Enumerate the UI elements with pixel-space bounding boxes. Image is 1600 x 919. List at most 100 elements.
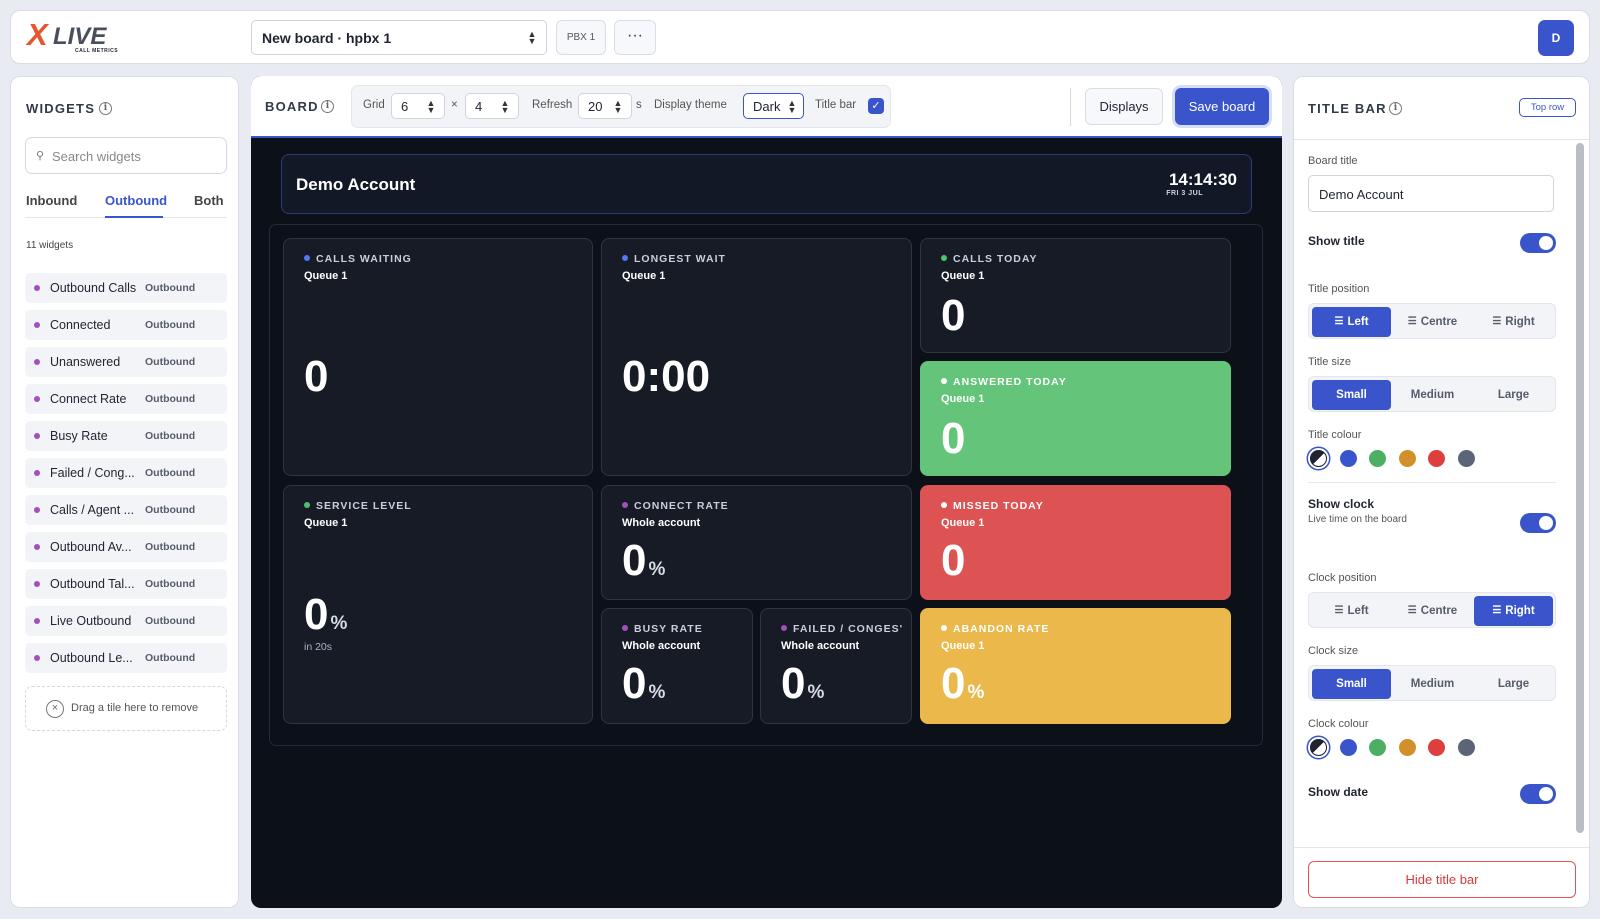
search-input[interactable] [52, 146, 222, 166]
tile-longest-wait[interactable]: LONGEST WAIT Queue 1 0:00 [601, 238, 912, 476]
tile-value: 0 [941, 291, 966, 340]
list-item[interactable]: Outbound Le... Outbound [25, 643, 227, 673]
tile-busy-rate[interactable]: BUSY RATE Whole account 0% [601, 608, 753, 724]
clock-position-left[interactable]: ☰ Left [1312, 596, 1391, 626]
title-position-left[interactable]: ☰ Left [1312, 307, 1391, 337]
tile-calls-waiting[interactable]: CALLS WAITING Queue 1 0 [283, 238, 593, 476]
displays-button[interactable]: Displays [1085, 88, 1163, 125]
display-theme-value: Dark [753, 99, 781, 114]
colour-swatch-slate[interactable] [1458, 739, 1475, 756]
display-theme-select[interactable]: Dark ▲ ▼ [743, 93, 804, 119]
clock-size-large[interactable]: Large [1474, 669, 1553, 699]
user-avatar[interactable]: D [1538, 20, 1574, 56]
status-dot [781, 625, 787, 631]
board-title-field[interactable]: Demo Account [1308, 175, 1554, 212]
show-title-toggle[interactable] [1520, 233, 1556, 253]
status-dot [304, 502, 310, 508]
tile-failed-congestion[interactable]: FAILED / CONGES' Whole account 0% [760, 608, 912, 724]
widget-tag: Outbound [145, 282, 196, 294]
save-board-button[interactable]: Save board [1175, 88, 1269, 125]
list-item[interactable]: Unanswered Outbound [25, 347, 227, 377]
tile-service-level[interactable]: SERVICE LEVEL Queue 1 0% in 20s [283, 485, 593, 724]
info-icon[interactable]: i [1389, 102, 1402, 115]
search-box[interactable]: ⚲ [25, 137, 227, 174]
grid-cols-stepper[interactable]: 6 ▲ ▼ [391, 93, 445, 119]
info-icon[interactable]: i [99, 102, 112, 115]
colour-swatch-green[interactable] [1369, 450, 1386, 467]
widget-name: Outbound Tal... [50, 577, 135, 591]
remove-drop-zone[interactable]: × Drag a tile here to remove [25, 686, 227, 731]
widget-dot [34, 285, 40, 291]
title-bar-checkbox[interactable]: ✓ [868, 98, 884, 114]
grid-rows-stepper[interactable]: 4 ▲ ▼ [465, 93, 519, 119]
list-item[interactable]: Calls / Agent ... Outbound [25, 495, 227, 525]
widget-name: Outbound Av... [50, 540, 132, 554]
tile-abandon-rate[interactable]: ABANDON RATE Queue 1 0% [920, 608, 1231, 724]
info-icon[interactable]: i [321, 100, 334, 113]
tab-outbound[interactable]: Outbound [105, 193, 167, 208]
stepper-icon: ▲ ▼ [426, 98, 436, 115]
tile-label: LONGEST WAIT [622, 253, 726, 265]
scrollbar[interactable] [1576, 143, 1584, 833]
list-item[interactable]: Busy Rate Outbound [25, 421, 227, 451]
title-size-small[interactable]: Small [1312, 380, 1391, 410]
tile-calls-today[interactable]: CALLS TODAY Queue 1 0 [920, 238, 1231, 353]
hide-title-bar-button[interactable]: Hide title bar [1308, 861, 1576, 898]
grid-times-sign: × [451, 99, 458, 111]
list-item[interactable]: Outbound Calls Outbound [25, 273, 227, 303]
list-item[interactable]: Live Outbound Outbound [25, 606, 227, 636]
list-item[interactable]: Failed / Cong... Outbound [25, 458, 227, 488]
colour-swatch-amber[interactable] [1399, 450, 1416, 467]
tile-label: BUSY RATE [622, 623, 703, 635]
show-date-toggle[interactable] [1520, 784, 1556, 804]
grid-rows-value: 4 [475, 99, 483, 114]
list-item[interactable]: Outbound Av... Outbound [25, 532, 227, 562]
title-position-right[interactable]: ☰ Right [1474, 307, 1553, 337]
align-right-icon: ☰ [1492, 605, 1502, 616]
display-theme-label: Display theme [654, 99, 727, 111]
widget-tag: Outbound [145, 356, 196, 368]
logo-x-mark: X [27, 17, 48, 52]
list-item[interactable]: Outbound Tal... Outbound [25, 569, 227, 599]
more-options-button[interactable]: ··· [614, 20, 656, 55]
tile-value: 0% [304, 590, 348, 639]
widget-dot [34, 396, 40, 402]
clock-position-right[interactable]: ☰ Right [1474, 596, 1553, 626]
colour-swatch-slate[interactable] [1458, 450, 1475, 467]
widget-dot [34, 618, 40, 624]
title-position-centre[interactable]: ☰ Centre [1393, 307, 1472, 337]
colour-swatch-red[interactable] [1428, 450, 1445, 467]
align-center-icon: ☰ [1407, 316, 1417, 327]
title-size-large[interactable]: Large [1474, 380, 1553, 410]
title-size-medium[interactable]: Medium [1393, 380, 1472, 410]
toolbar-divider [1070, 88, 1071, 126]
colour-swatch-amber[interactable] [1399, 739, 1416, 756]
clock-size-medium[interactable]: Medium [1393, 669, 1472, 699]
refresh-stepper[interactable]: 20 ▲ ▼ [578, 93, 632, 119]
list-item[interactable]: Connect Rate Outbound [25, 384, 227, 414]
colour-swatch-blue[interactable] [1340, 450, 1357, 467]
board-title-bar[interactable]: Demo Account 14:14:30 FRI 3 JUL [281, 154, 1252, 214]
colour-swatch-auto[interactable] [1310, 739, 1327, 756]
colour-swatch-blue[interactable] [1340, 739, 1357, 756]
show-clock-toggle[interactable] [1520, 513, 1556, 533]
tile-missed-today[interactable]: MISSED TODAY Queue 1 0 [920, 485, 1231, 600]
list-item[interactable]: Connected Outbound [25, 310, 227, 340]
active-tab-indicator [105, 216, 163, 218]
tab-both[interactable]: Both [194, 193, 224, 208]
title-position-segmented: ☰ Left ☰ Centre ☰ Right [1308, 303, 1556, 339]
xlive-logo[interactable]: X LIVE CALL METRICS [27, 17, 137, 55]
colour-swatch-green[interactable] [1369, 739, 1386, 756]
tile-answered-today[interactable]: ANSWERED TODAY Queue 1 0 [920, 361, 1231, 476]
clock-size-small[interactable]: Small [1312, 669, 1391, 699]
board-select[interactable]: New board · hpbx 1 ▲ ▼ [251, 20, 547, 55]
tab-inbound[interactable]: Inbound [26, 193, 77, 208]
clock-position-centre[interactable]: ☰ Centre [1393, 596, 1472, 626]
colour-swatch-auto[interactable] [1310, 450, 1327, 467]
clock-size-segmented: Small Medium Large [1308, 665, 1556, 701]
colour-swatch-red[interactable] [1428, 739, 1445, 756]
widget-dot [34, 470, 40, 476]
tile-connect-rate[interactable]: CONNECT RATE Whole account 0% [601, 485, 912, 600]
pbx-button[interactable]: PBX 1 [556, 20, 606, 55]
select-updown-icon: ▲ ▼ [527, 29, 537, 46]
